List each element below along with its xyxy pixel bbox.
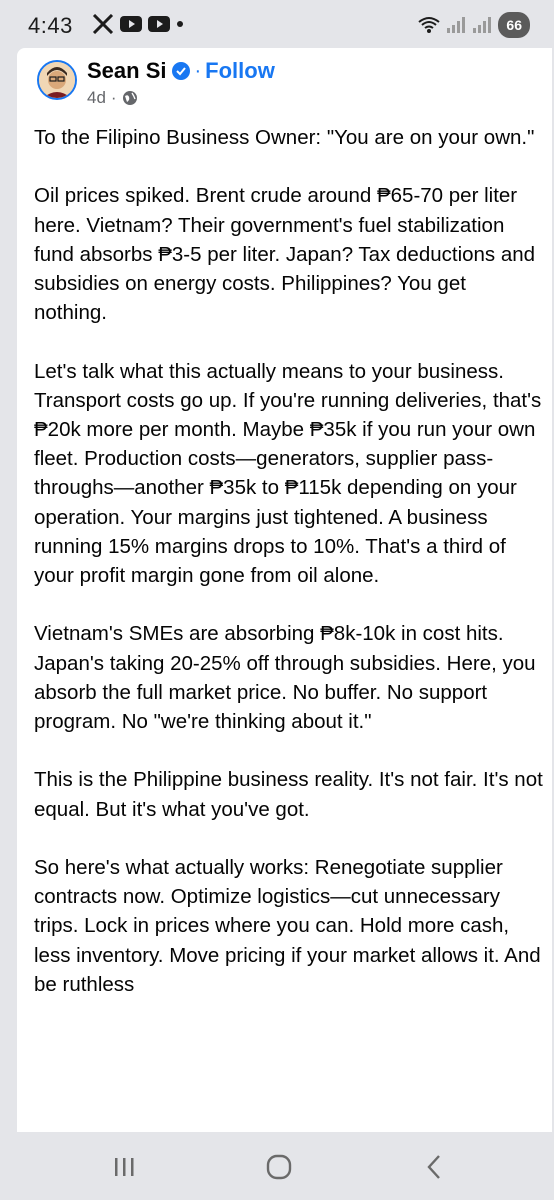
recent-apps-icon: [115, 1158, 134, 1176]
post-paragraph: This is the Philippine business reality.…: [34, 768, 543, 821]
back-icon: [427, 1155, 440, 1179]
status-time: 4:43: [28, 13, 73, 38]
notification-dot-icon: [177, 21, 183, 27]
separator-dot: ·: [194, 59, 202, 82]
youtube-icon: [148, 16, 170, 32]
status-bar: 4:43 66: [0, 0, 554, 52]
globe-icon: [122, 91, 137, 105]
signal-icon: [473, 17, 492, 33]
back-button[interactable]: [414, 1152, 454, 1182]
post-paragraph: So here's what actually works: Renegotia…: [34, 856, 541, 996]
avatar[interactable]: [37, 60, 77, 100]
status-notification-icons: [92, 14, 184, 34]
youtube-icon: [120, 16, 142, 32]
post-age[interactable]: 4d: [87, 88, 106, 108]
post-paragraph: Let's talk what this actually means to y…: [34, 359, 542, 588]
post-meta: 4d ·: [87, 88, 138, 108]
system-nav-bar: [0, 1132, 554, 1200]
recent-apps-button[interactable]: [104, 1152, 144, 1182]
post-paragraph: To the Filipino Business Owner: "You are…: [34, 126, 535, 149]
wifi-icon: [418, 17, 441, 33]
post-paragraph: Oil prices spiked. Brent crude around ₱6…: [34, 184, 536, 325]
author-name[interactable]: Sean Si: [87, 58, 166, 84]
author-row: Sean Si · Follow: [87, 57, 275, 85]
verified-badge-icon: [172, 62, 191, 80]
home-icon: [266, 1154, 292, 1180]
home-button[interactable]: [259, 1152, 299, 1182]
battery-level: 66: [498, 12, 530, 38]
post-card: Sean Si · Follow 4d · To the Filipino Bu…: [17, 48, 552, 1178]
signal-icon: [447, 17, 466, 33]
status-system-icons: 66: [418, 12, 530, 38]
profile-photo-icon: [39, 62, 75, 98]
post-paragraph: Vietnam's SMEs are absorbing ₱8k-10k in …: [34, 622, 536, 734]
post-body: To the Filipino Business Owner: "You are…: [34, 123, 544, 1028]
follow-button[interactable]: Follow: [205, 58, 275, 84]
x-logo-icon: [92, 14, 114, 34]
meta-separator: ·: [110, 88, 117, 107]
